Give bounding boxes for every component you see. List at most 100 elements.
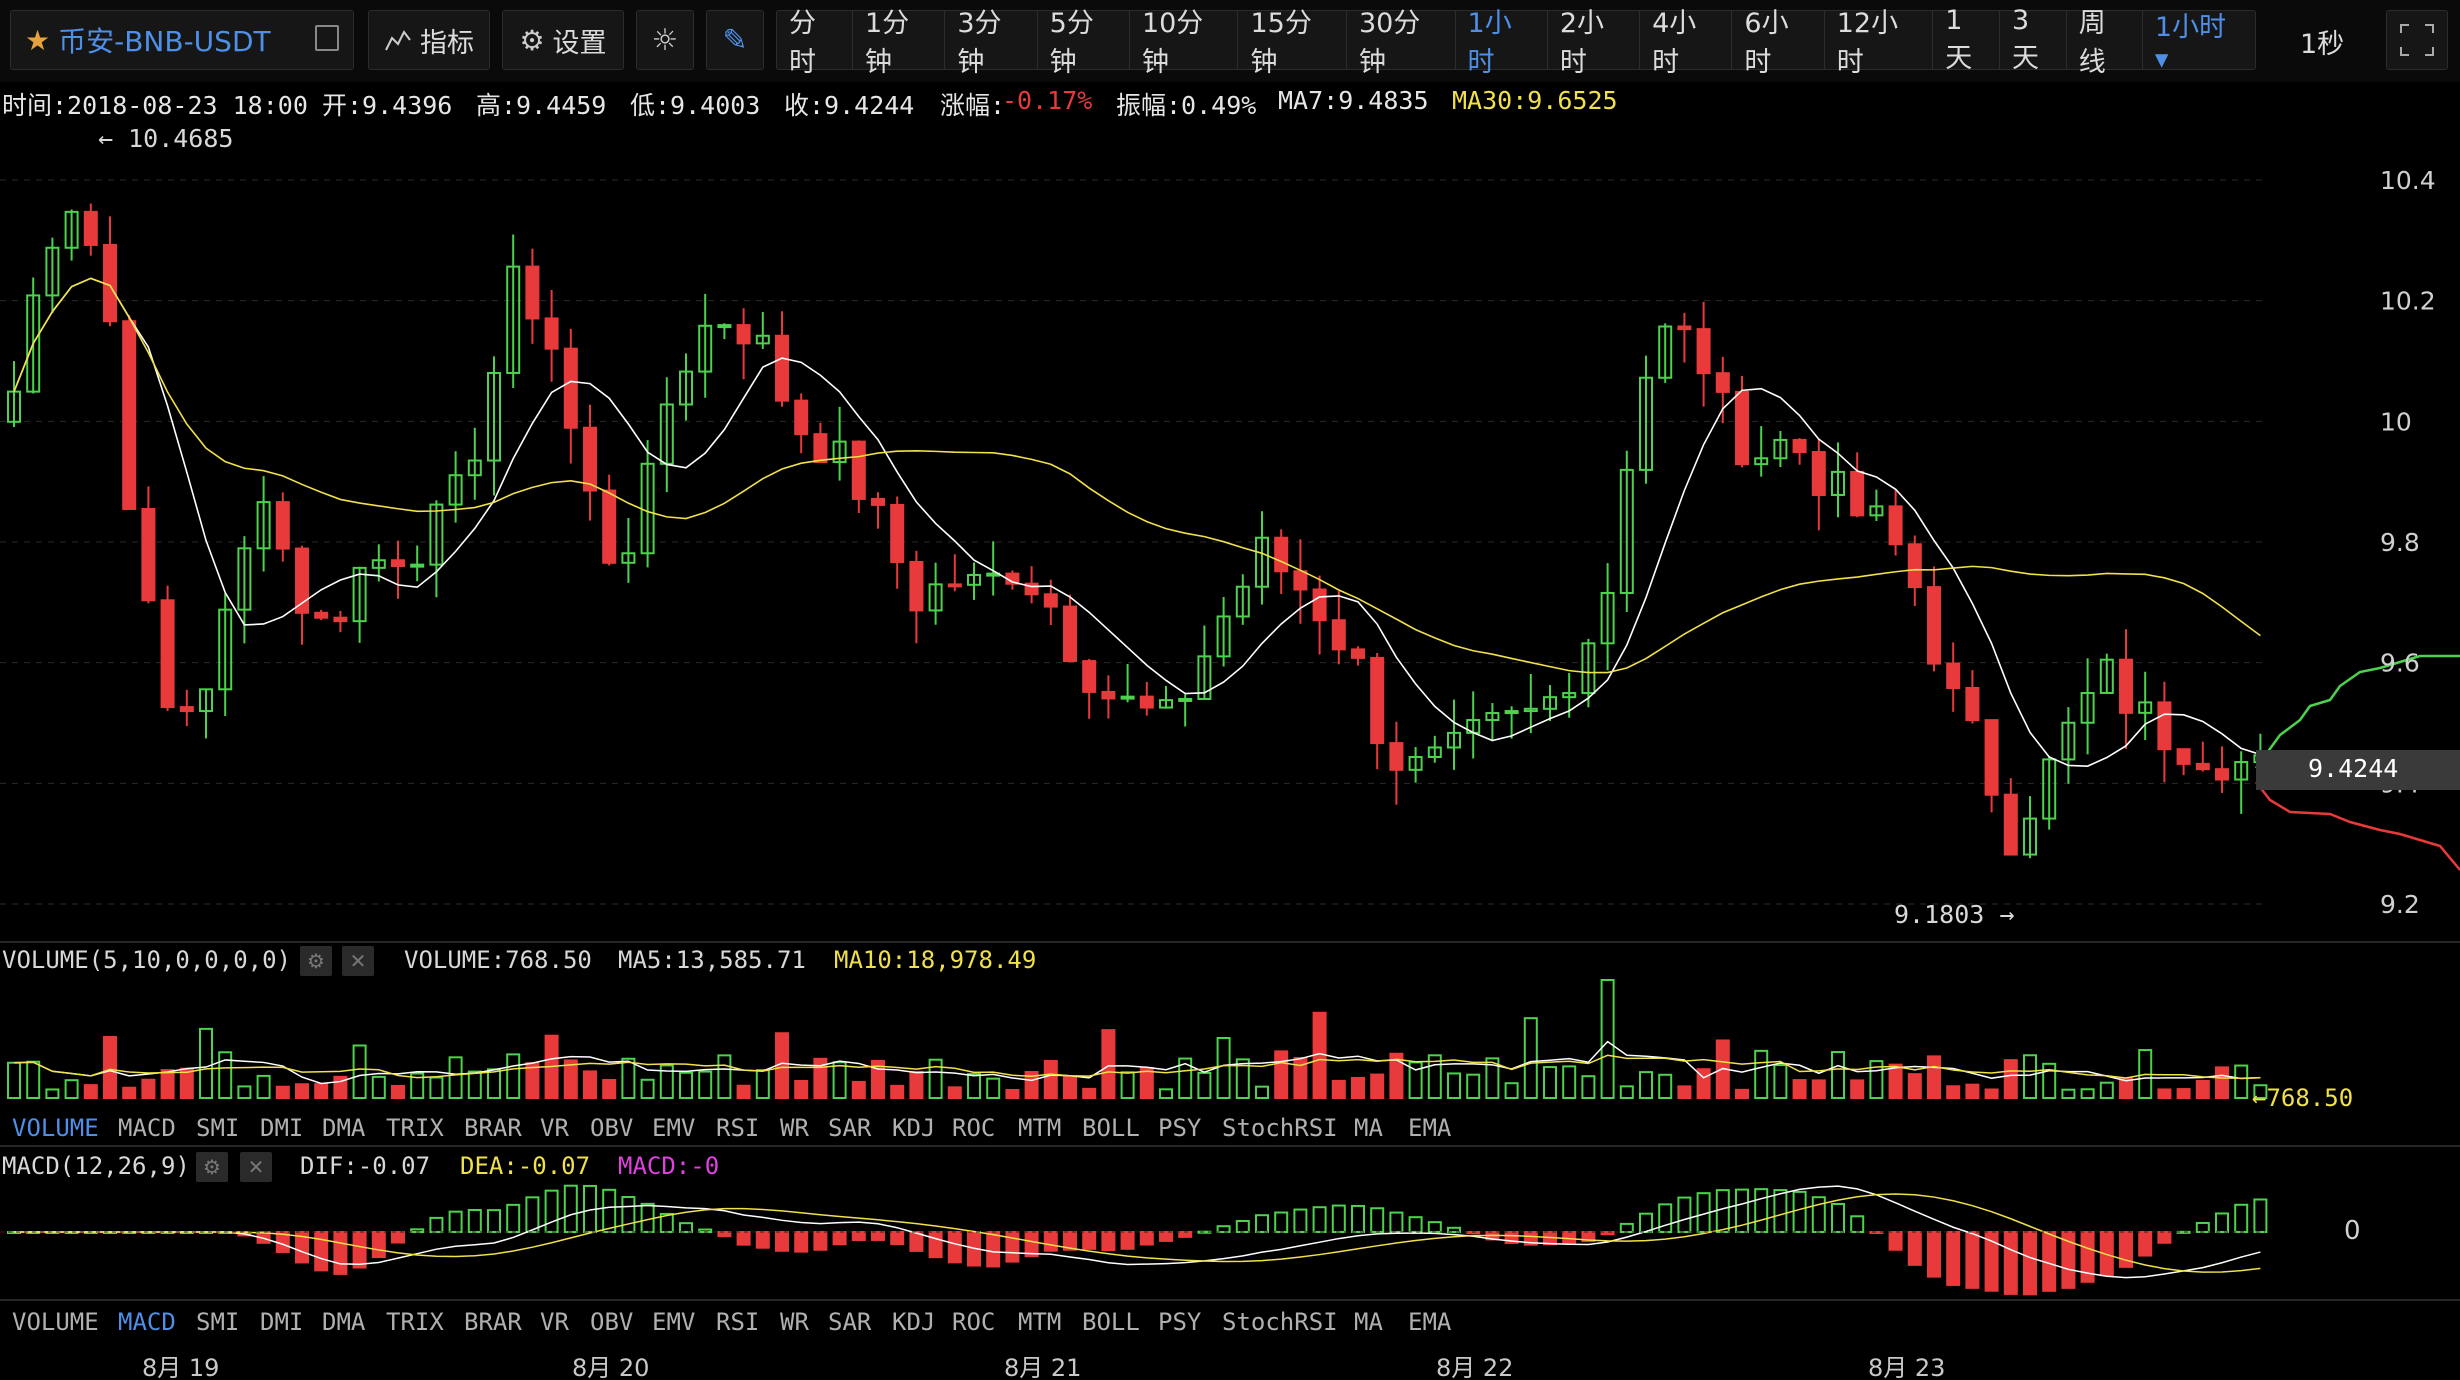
macd-tab-ema[interactable]: EMA [1408,1308,1451,1336]
macd-tab-boll[interactable]: BOLL [1082,1308,1140,1336]
price-axis-label: 10 [2380,407,2412,436]
macd-tab-trix[interactable]: TRIX [386,1308,444,1336]
vol-tab-ema[interactable]: EMA [1408,1114,1451,1142]
volume-bar [1811,1079,1826,1099]
candle-body [871,497,885,506]
ask-depth-line [2255,781,2460,871]
vol-tab-boll[interactable]: BOLL [1082,1114,1140,1142]
volume-bar [1043,1060,1058,1099]
volume-bar [487,1068,501,1099]
macd-bar [2215,1212,2229,1234]
vol-tab-smi[interactable]: SMI [196,1114,239,1142]
macd-tab-smi[interactable]: SMI [196,1308,239,1336]
volume-bar [141,1078,156,1099]
macd-bar [487,1209,501,1234]
vol-tab-dma[interactable]: DMA [322,1114,365,1142]
volume-bar [2215,1066,2229,1100]
macd-tab-ma[interactable]: MA [1354,1308,1383,1336]
macd-tab-stochrsi[interactable]: StochRSI [1222,1308,1338,1336]
volume-bar [1331,1079,1346,1099]
macd-tab-dma[interactable]: DMA [322,1308,365,1336]
vol-tab-brar[interactable]: BRAR [464,1114,522,1142]
candle-body [1696,328,1711,375]
macd-tab-volume[interactable]: VOLUME [12,1308,99,1336]
volume-bar [391,1084,405,1099]
volume-bar [2099,1081,2114,1099]
macd-tab-rsi[interactable]: RSI [716,1308,759,1336]
macd-tab-emv[interactable]: EMV [652,1308,695,1336]
volume-bar [1216,1037,1231,1099]
macd-tab-sar[interactable]: SAR [828,1308,871,1336]
vol-tab-wr[interactable]: WR [780,1114,809,1142]
volume-settings-icon[interactable]: ⚙ [300,946,332,976]
macd-bar [1312,1206,1327,1234]
candle-body [583,426,597,492]
macd-bar [1235,1220,1250,1234]
macd-tab-psy[interactable]: PSY [1158,1308,1201,1336]
macd-tab-dmi[interactable]: DMI [260,1308,303,1336]
volume-bar [890,1084,905,1099]
candle-body [1792,438,1807,454]
volume-bar [1792,1079,1807,1100]
volume-bar [1619,1085,1634,1099]
macd-tab-macd[interactable]: MACD [118,1308,176,1336]
vol-tab-volume[interactable]: VOLUME [12,1114,99,1142]
macd-bar [736,1231,751,1246]
volume-bar [583,1070,597,1099]
macd-close-icon[interactable]: ✕ [240,1152,272,1182]
volume-bar [1773,1064,1788,1099]
macd-bar [1101,1231,1116,1251]
vol-tab-macd[interactable]: MACD [118,1114,176,1142]
price-axis-label: 9.6 [2380,649,2420,678]
candle-body [1735,390,1749,466]
volume-title: VOLUME(5,10,0,0,0,0) [2,946,291,974]
vol-tab-ma[interactable]: MA [1354,1114,1383,1142]
vol-tab-kdj[interactable]: KDJ [892,1114,935,1142]
macd-bar [813,1231,828,1251]
vol-tab-dmi[interactable]: DMI [260,1114,303,1142]
macd-bar [391,1231,405,1244]
candle-body [141,507,156,602]
macd-tab-brar[interactable]: BRAR [464,1308,522,1336]
volume-bar [2023,1054,2037,1100]
macd-tab-wr[interactable]: WR [780,1308,809,1336]
candle-body [851,440,866,500]
vol-tab-rsi[interactable]: RSI [716,1114,759,1142]
candle-body [602,489,617,564]
vol-tab-trix[interactable]: TRIX [386,1114,444,1142]
candle-body [179,706,194,713]
volume-bar [1005,1088,1020,1100]
volume-close-icon[interactable]: ✕ [342,946,374,976]
volume-bar [698,1070,713,1099]
volume-bar [621,1057,636,1100]
macd-bar [1351,1204,1365,1234]
vol-tab-emv[interactable]: EMV [652,1114,695,1142]
volume-bar [1639,1071,1653,1099]
macd-tab-mtm[interactable]: MTM [1018,1308,1061,1336]
macd-tab-vr[interactable]: VR [540,1308,569,1336]
vol-tab-mtm[interactable]: MTM [1018,1114,1061,1142]
vol-tab-sar[interactable]: SAR [828,1114,871,1142]
macd-tab-kdj[interactable]: KDJ [892,1308,935,1336]
macd-bar [371,1231,386,1259]
macd-dif: DIF:-0.07 [300,1152,431,1180]
macd-settings-icon[interactable]: ⚙ [196,1152,228,1182]
macd-tab-obv[interactable]: OBV [590,1308,633,1336]
volume-bar [1677,1085,1692,1099]
vol-tab-vr[interactable]: VR [540,1114,569,1142]
volume-bar [832,1061,847,1100]
vol-tab-obv[interactable]: OBV [590,1114,633,1142]
macd-bar [717,1231,732,1238]
macd-bar [1389,1211,1404,1233]
vol-tab-roc[interactable]: ROC [952,1114,995,1142]
macd-bar [755,1231,770,1249]
volume-bar [467,1070,482,1099]
vol-tab-psy[interactable]: PSY [1158,1114,1201,1142]
candle-body [1101,690,1116,700]
vol-tab-stochrsi[interactable]: StochRSI [1222,1114,1338,1142]
price-axis-label: 10.4 [2380,166,2436,195]
macd-tab-roc[interactable]: ROC [952,1308,995,1336]
volume-bar [83,1084,98,1099]
volume-bar [26,1060,41,1100]
volume-bar [851,1080,866,1100]
